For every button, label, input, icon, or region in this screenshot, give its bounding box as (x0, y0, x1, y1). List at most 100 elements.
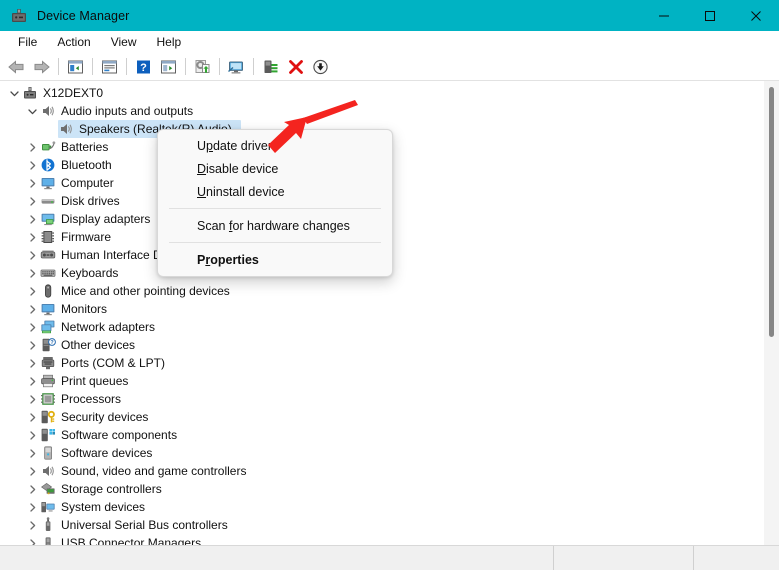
firmware-chip-icon (40, 229, 56, 245)
tree-item-content: System devices (40, 499, 149, 515)
tree-item-label: Storage controllers (61, 482, 162, 496)
back-button[interactable] (4, 55, 29, 79)
tree-item[interactable]: Security devices (0, 408, 760, 426)
tree-item[interactable]: Print queues (0, 372, 760, 390)
tree-item[interactable]: Software components (0, 426, 760, 444)
context-menu-separator (169, 208, 381, 209)
tree-item[interactable]: USB Connector Managers (0, 534, 760, 545)
chevron-right-icon[interactable] (24, 300, 40, 318)
tree-item[interactable]: Processors (0, 390, 760, 408)
context-menu-item[interactable]: Update driver (158, 134, 392, 157)
chevron-right-icon (29, 538, 35, 545)
chevron-right-icon[interactable] (24, 192, 40, 210)
tree-item-content: Mice and other pointing devices (40, 283, 234, 299)
toolbar: ? (0, 53, 779, 81)
chevron-right-icon[interactable] (24, 228, 40, 246)
chevron-right-icon[interactable] (24, 390, 40, 408)
update-driver-button[interactable] (190, 55, 215, 79)
tree-item-label: Sound, video and game controllers (61, 464, 247, 478)
chevron-right-icon[interactable] (24, 264, 40, 282)
chevron-right-icon[interactable] (24, 372, 40, 390)
other-device-icon: ? (40, 337, 56, 353)
tree-item[interactable]: Monitors (0, 300, 760, 318)
tree-item[interactable]: Storage controllers (0, 480, 760, 498)
chevron-right-icon[interactable] (24, 318, 40, 336)
chevron-right-icon[interactable] (24, 156, 40, 174)
disable-device-button[interactable] (308, 55, 333, 79)
forward-button[interactable] (29, 55, 54, 79)
chevron-right-icon[interactable] (24, 534, 40, 545)
chevron-down-icon[interactable] (6, 84, 22, 102)
tree-item[interactable]: System devices (0, 498, 760, 516)
chevron-right-icon[interactable] (24, 408, 40, 426)
menu-file[interactable]: File (8, 33, 47, 51)
vertical-scrollbar[interactable] (764, 81, 779, 545)
show-hide-action-pane-button[interactable] (156, 55, 181, 79)
tree-item-content: Universal Serial Bus controllers (40, 517, 232, 533)
enable-device-button[interactable] (258, 55, 283, 79)
context-menu-item-label: Scan for hardware changes (197, 218, 350, 233)
scrollbar-thumb[interactable] (769, 87, 774, 337)
chevron-right-icon[interactable] (24, 426, 40, 444)
tree-item[interactable]: Mice and other pointing devices (0, 282, 760, 300)
minimize-button[interactable] (641, 0, 687, 31)
context-menu-item[interactable]: Properties (158, 248, 392, 271)
chevron-right-icon[interactable] (24, 354, 40, 372)
toolbar-separator-2 (92, 58, 93, 75)
menu-help[interactable]: Help (147, 33, 192, 51)
tree-item[interactable]: Network adapters (0, 318, 760, 336)
keyboard-icon (40, 265, 56, 281)
battery-icon (40, 139, 56, 155)
tree-item-content: Software devices (40, 445, 156, 461)
chevron-right-icon[interactable] (24, 516, 40, 534)
context-menu-item[interactable]: Uninstall device (158, 180, 392, 203)
tree-item-label: Network adapters (61, 320, 156, 334)
chevron-placeholder (42, 120, 58, 138)
scan-for-hardware-changes-button[interactable] (224, 55, 249, 79)
tree-item-content: Security devices (40, 409, 152, 425)
tree-item[interactable]: Audio inputs and outputs (0, 102, 760, 120)
port-icon (40, 355, 56, 371)
chevron-down-icon[interactable] (24, 102, 40, 120)
tree-item-content: Network adapters (40, 319, 159, 335)
context-menu[interactable]: Update driver Disable device Uninstall dev… (157, 129, 393, 277)
tree-item[interactable]: Software devices (0, 444, 760, 462)
tree-item[interactable]: ? Other devices (0, 336, 760, 354)
chevron-right-icon[interactable] (24, 246, 40, 264)
chevron-right-icon[interactable] (24, 174, 40, 192)
menu-view[interactable]: View (101, 33, 147, 51)
show-hide-console-tree-button[interactable] (63, 55, 88, 79)
toolbar-separator-6 (253, 58, 254, 75)
tree-item-content: Software components (40, 427, 181, 443)
maximize-button[interactable] (687, 0, 733, 31)
tree-item-content: Sound, video and game controllers (40, 463, 250, 479)
chevron-right-icon (29, 142, 35, 152)
close-button[interactable] (733, 0, 779, 31)
tree-item-label: Keyboards (61, 266, 119, 280)
chevron-right-icon (29, 340, 35, 350)
context-menu-item[interactable]: Scan for hardware changes (158, 214, 392, 237)
tree-item[interactable]: Sound, video and game controllers (0, 462, 760, 480)
menu-action[interactable]: Action (47, 33, 100, 51)
tree-item[interactable]: X12DEXT0 (0, 84, 760, 102)
tree-item-content: USB Connector Managers (40, 535, 205, 545)
tree-item-label: Software components (61, 428, 178, 442)
device-manager-icon (10, 7, 28, 25)
chevron-right-icon[interactable] (24, 480, 40, 498)
chevron-right-icon[interactable] (24, 336, 40, 354)
tree-item[interactable]: Ports (COM & LPT) (0, 354, 760, 372)
chevron-right-icon[interactable] (24, 498, 40, 516)
chevron-right-icon[interactable] (24, 282, 40, 300)
chevron-right-icon[interactable] (24, 210, 40, 228)
chevron-right-icon (29, 178, 35, 188)
help-button[interactable]: ? (131, 55, 156, 79)
uninstall-device-button[interactable] (283, 55, 308, 79)
toolbar-separator-3 (126, 58, 127, 75)
context-menu-item-label: Properties (197, 252, 259, 267)
context-menu-item[interactable]: Disable device (158, 157, 392, 180)
chevron-right-icon[interactable] (24, 462, 40, 480)
chevron-right-icon[interactable] (24, 444, 40, 462)
tree-item[interactable]: Universal Serial Bus controllers (0, 516, 760, 534)
chevron-right-icon[interactable] (24, 138, 40, 156)
properties-button[interactable] (97, 55, 122, 79)
